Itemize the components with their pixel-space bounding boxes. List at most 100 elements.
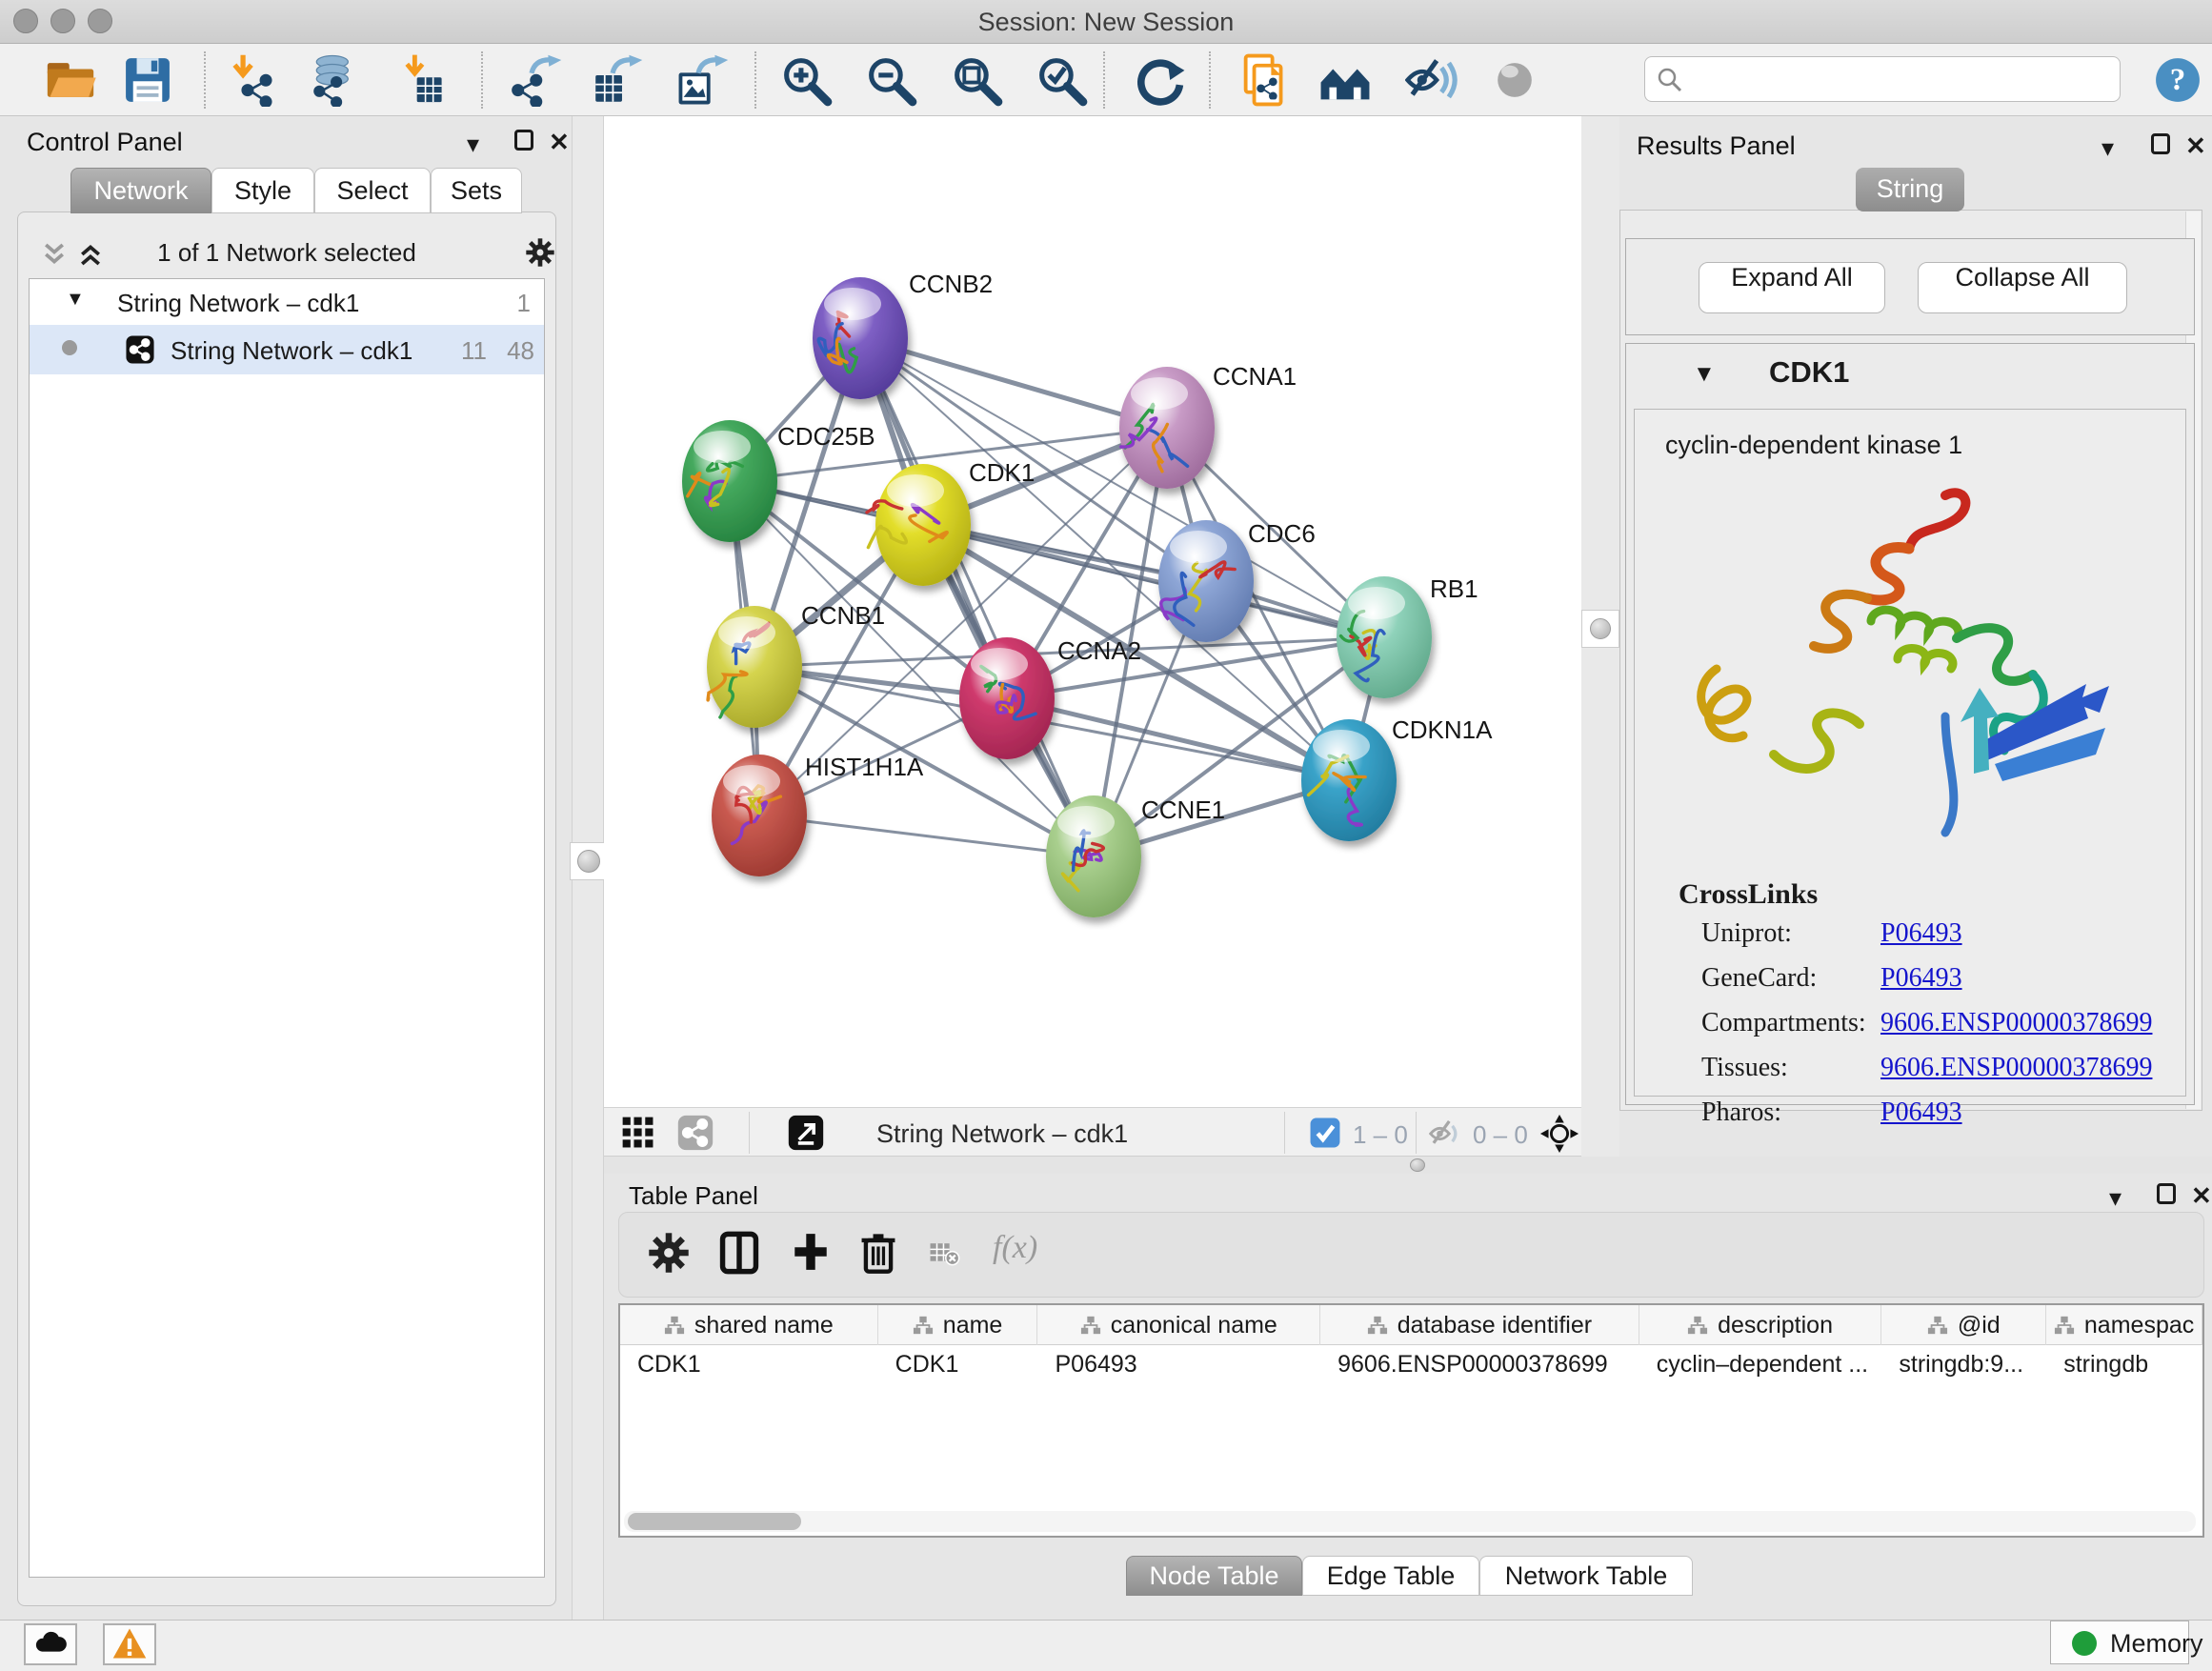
- crosslink-link[interactable]: P06493: [1880, 918, 1962, 948]
- node-CDC25B[interactable]: CDC25B: [682, 420, 875, 542]
- node-label-CCNE1: CCNE1: [1141, 795, 1225, 824]
- show-all-button[interactable]: [1488, 53, 1541, 107]
- cell-name[interactable]: CDK1: [878, 1345, 1038, 1383]
- open-session-button[interactable]: [44, 53, 97, 107]
- table-hscrollbar-thumb[interactable]: [628, 1513, 801, 1530]
- import-table-from-file-button[interactable]: [395, 53, 449, 107]
- export-image-button[interactable]: [676, 53, 730, 107]
- table-panel-close-icon[interactable]: ✕: [2191, 1183, 2212, 1208]
- horizontal-splitter-handle[interactable]: [1410, 1158, 1425, 1172]
- cloud-status-button[interactable]: [24, 1623, 77, 1665]
- table-options-gear-icon[interactable]: [646, 1230, 692, 1276]
- create-column-icon[interactable]: [789, 1230, 833, 1274]
- grid-view-icon[interactable]: [619, 1114, 657, 1152]
- cell--id[interactable]: stringdb:9...: [1881, 1345, 2046, 1383]
- results-panel-close-icon[interactable]: ✕: [2185, 133, 2206, 158]
- cell-canonical-name[interactable]: P06493: [1037, 1345, 1320, 1383]
- tab-style[interactable]: Style: [211, 168, 314, 213]
- control-panel-float-icon[interactable]: [514, 130, 533, 155]
- cell-database-identifier[interactable]: 9606.ENSP00000378699: [1320, 1345, 1639, 1383]
- cell-shared-name[interactable]: CDK1: [620, 1345, 878, 1383]
- node-CCNB1[interactable]: CCNB1: [707, 601, 885, 728]
- crosslink-link[interactable]: P06493: [1880, 1097, 1962, 1127]
- collapse-all-button[interactable]: Collapse All: [1918, 262, 2127, 313]
- memory-button[interactable]: Memory: [2050, 1621, 2189, 1664]
- tab-sets[interactable]: Sets: [431, 168, 522, 213]
- section-caret-icon[interactable]: ▼: [1693, 361, 1716, 388]
- clone-network-button[interactable]: [1238, 53, 1292, 107]
- import-network-from-database-button[interactable]: [302, 53, 355, 107]
- crosslink-link[interactable]: 9606.ENSP00000378699: [1880, 1008, 2152, 1037]
- zoom-selected-button[interactable]: [1035, 53, 1088, 107]
- column-header-database-identifier[interactable]: database identifier: [1320, 1305, 1639, 1345]
- node-section-header[interactable]: ▼ CDK1: [1626, 344, 2194, 407]
- save-session-button[interactable]: [121, 53, 174, 107]
- network-overview-icon[interactable]: [676, 1114, 714, 1152]
- import-network-from-file-button[interactable]: [225, 53, 278, 107]
- network-list: ▼ String Network – cdk1 1 String Network…: [29, 278, 545, 1578]
- hide-selected-icon: [1405, 53, 1458, 107]
- selected-checkbox-icon[interactable]: [1309, 1117, 1341, 1149]
- collection-caret-icon[interactable]: ▼: [66, 289, 85, 311]
- column-header-description[interactable]: description: [1639, 1305, 1882, 1345]
- detach-view-icon[interactable]: [787, 1114, 825, 1152]
- node-CDKN1A[interactable]: CDKN1A: [1301, 715, 1493, 841]
- warnings-button[interactable]: [103, 1623, 156, 1665]
- tab-select[interactable]: Select: [314, 168, 431, 213]
- column-header--id[interactable]: @id: [1881, 1305, 2046, 1345]
- node-HIST1H1A[interactable]: HIST1H1A: [712, 753, 924, 876]
- network-edge-count: 48: [493, 336, 534, 366]
- zoom-out-button[interactable]: [864, 53, 917, 107]
- column-header-name[interactable]: name: [878, 1305, 1038, 1345]
- results-tab-string[interactable]: String: [1856, 168, 1964, 211]
- control-panel-menu-icon[interactable]: ▾: [467, 131, 479, 156]
- hidden-eye-icon[interactable]: [1429, 1117, 1463, 1151]
- results-panel-float-icon[interactable]: [2151, 133, 2170, 159]
- expand-all-button[interactable]: Expand All: [1699, 262, 1885, 313]
- network-row-selected[interactable]: String Network – cdk1 11 48: [30, 325, 544, 374]
- node-CCNA1[interactable]: CCNA1: [1119, 362, 1297, 489]
- node-CCNB2[interactable]: CCNB2: [813, 270, 993, 399]
- tab-network-table[interactable]: Network Table: [1479, 1556, 1693, 1596]
- node-CDC6[interactable]: CDC6: [1158, 519, 1316, 642]
- horizontal-splitter[interactable]: [604, 1157, 2212, 1174]
- results-panel-menu-icon[interactable]: ▾: [2101, 135, 2114, 160]
- node-CDK1[interactable]: CDK1: [867, 458, 1035, 586]
- column-header-canonical-name[interactable]: canonical name: [1037, 1305, 1320, 1345]
- cell-description[interactable]: cyclin–dependent ...: [1639, 1345, 1882, 1383]
- network-canvas[interactable]: CCNB2CCNA1CDC25BCDK1CDC6RB1CCNB1CCNA2CDK…: [604, 116, 1581, 1107]
- crosslink-link[interactable]: 9606.ENSP00000378699: [1880, 1053, 2152, 1082]
- table-panel-float-icon[interactable]: [2157, 1183, 2176, 1209]
- delete-column-icon[interactable]: [855, 1230, 901, 1276]
- export-table-button[interactable]: [591, 53, 644, 107]
- column-header-shared-name[interactable]: shared name: [620, 1305, 878, 1345]
- tab-edge-table[interactable]: Edge Table: [1302, 1556, 1479, 1596]
- zoom-fit-button[interactable]: [950, 53, 1003, 107]
- export-network-button[interactable]: [510, 53, 563, 107]
- network-collection-row[interactable]: ▼ String Network – cdk1 1: [30, 279, 544, 325]
- right-splitter-handle[interactable]: [1581, 610, 1619, 648]
- cell-namespac[interactable]: stringdb: [2046, 1345, 2202, 1383]
- left-splitter-handle[interactable]: [570, 842, 608, 880]
- zoom-in-icon: [779, 53, 833, 107]
- tab-network[interactable]: Network: [70, 168, 211, 213]
- zoom-in-button[interactable]: [779, 53, 833, 107]
- hide-selected-button[interactable]: [1405, 53, 1458, 107]
- show-columns-icon[interactable]: [716, 1230, 762, 1276]
- crosslink-row: Uniprot:P06493: [1701, 918, 1962, 949]
- network-options-gear-icon[interactable]: [524, 236, 556, 269]
- refresh-network-button[interactable]: [1134, 53, 1187, 107]
- birdseye-crosshair-icon[interactable]: [1539, 1114, 1579, 1154]
- table-row[interactable]: CDK1CDK1P064939606.ENSP00000378699cyclin…: [620, 1345, 2202, 1383]
- column-header-namespac[interactable]: namespac: [2046, 1305, 2202, 1345]
- tab-node-table[interactable]: Node Table: [1126, 1556, 1302, 1596]
- help-button[interactable]: ?: [2151, 53, 2204, 107]
- first-neighbors-button[interactable]: [1318, 53, 1372, 107]
- table-panel-menu-icon[interactable]: ▾: [2109, 1185, 2122, 1210]
- search-input[interactable]: [1687, 61, 2106, 97]
- crosslink-link[interactable]: P06493: [1880, 963, 1962, 993]
- node-RB1[interactable]: RB1: [1337, 574, 1478, 698]
- node-CCNE1[interactable]: CCNE1: [1046, 795, 1225, 917]
- table-header-row: shared namenamecanonical namedatabase id…: [620, 1305, 2202, 1345]
- control-panel-close-icon[interactable]: ✕: [549, 130, 570, 154]
